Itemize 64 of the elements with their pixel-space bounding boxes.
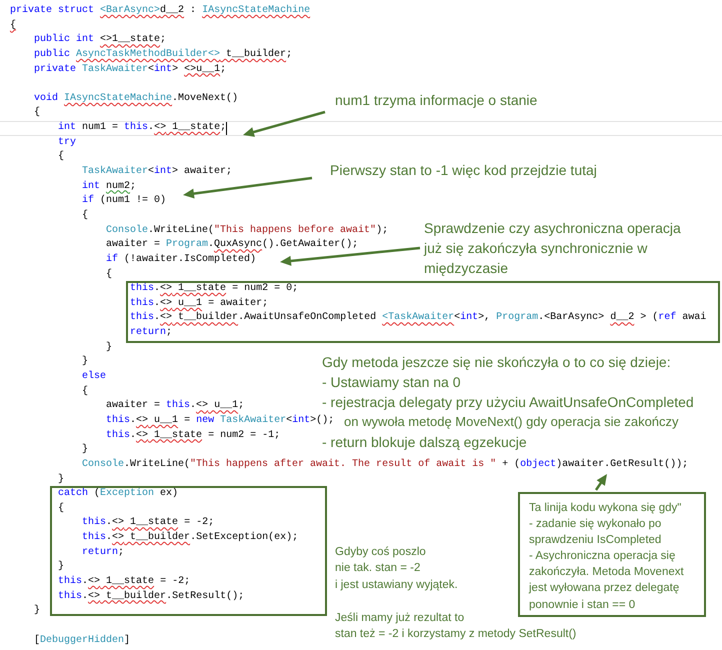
code-line: awaiter = this.<> u__1;	[106, 399, 244, 414]
code-line: Console.WriteLine("This happens after await. The result of await is " + (object)awaiter.GetResult());	[82, 458, 688, 472]
annotation-text: ponownie i stan == 0	[529, 598, 636, 611]
code-line: if (!awaiter.IsCompleted)	[106, 252, 256, 267]
annotation-text: międzyczasie	[424, 260, 508, 276]
annotation-text: on wywoła metodę MoveNext() gdy operacja sie zakończy	[344, 414, 679, 429]
code-line: this.<> u__1 = new TaskAwaiter<int>();	[106, 414, 334, 428]
annotation-text: już się zakończyła synchronicznie w	[424, 240, 648, 256]
code-line: catch (Exception ex)	[58, 487, 178, 502]
code-line: {	[58, 150, 64, 164]
code-line: private struct <BarAsync>d__2 : IAsyncStateMachine	[10, 4, 310, 18]
code-line: this.<> 1__state = -2;	[82, 516, 214, 530]
code-line: this.<> t__builder.AwaitUnsafeOnCompleted <TaskAwaiter<int>, Program.<BarAsync> d__2 > (ref awai	[130, 311, 706, 326]
annotation-text: - Asychroniczna operacja się	[529, 550, 676, 562]
code-line: this.<> 1__state = num2 = 0;	[130, 282, 298, 296]
code-line: try	[58, 136, 76, 150]
code-line: {	[82, 384, 88, 399]
code-line: public AsyncTaskMethodBuilder<> t__builder;	[34, 48, 292, 62]
code-line: {	[106, 268, 112, 282]
annotation-text: - zadanie się wykonało po	[529, 518, 662, 530]
code-line: }	[58, 472, 64, 486]
code-line: this.<> 1__state = -2;	[58, 574, 190, 589]
code-line: }	[34, 604, 40, 618]
annotation-text: i jest ustawiany wyjątek.	[335, 578, 458, 591]
annotation-text: Gdy metoda jeszcze się nie skończyła o to co się dzieje:	[322, 354, 671, 370]
code-line: awaiter = Program.QuxAsync().GetAwaiter();	[106, 238, 358, 252]
code-line: public int <>1__state;	[34, 33, 166, 48]
annotation-text: zakończyła. Metoda Movenext	[529, 566, 684, 578]
annotation-text: - return blokuje dalszą egzekucje	[322, 434, 527, 450]
code-line: private TaskAwaiter<int> <>u__1;	[34, 62, 226, 77]
code-line: }	[82, 443, 88, 458]
annotation-text: Sprawdzenie czy asychroniczna operacja	[424, 220, 681, 236]
code-line: TaskAwaiter<int> awaiter;	[82, 165, 232, 180]
code-line: {	[82, 208, 88, 223]
annotation-text: - rejestracja delegaty przy użyciu AwaitUnsafeOnCompleted	[322, 394, 694, 410]
annotation-text: num1 trzyma informacje o stanie	[335, 92, 538, 108]
code-line: else	[82, 370, 106, 384]
code-line: }	[82, 355, 88, 370]
code-line: this.<> 1__state = num2 = -1;	[106, 428, 280, 443]
code-line: int num2;	[82, 180, 136, 194]
code-line: Console.WriteLine("This happens before await");	[106, 224, 388, 238]
code-line: {	[58, 502, 64, 516]
code-line: }	[106, 340, 112, 355]
code-line: }	[58, 560, 64, 574]
code-line: [DebuggerHidden]	[34, 634, 130, 648]
annotation-text: Ta linija kodu wykona się gdy"	[529, 502, 682, 514]
annotation-text: - Ustawiamy stan na 0	[322, 374, 460, 390]
annotation-text: Gdyby coś poszlo	[335, 546, 426, 558]
code-line: {	[10, 18, 16, 33]
code-line: {	[34, 106, 40, 120]
annotation-text: sprawdzeniu IsCompleted	[529, 534, 662, 546]
annotation-text: Jeśli mamy już rezultat to	[335, 612, 464, 624]
annotation-text: stan też = -2 i korzystamy z metody SetResult()	[335, 628, 576, 640]
code-line: int num1 = this.<> 1__state;	[58, 122, 228, 135]
annotation-text: jest wyłowana przez delegatę	[529, 582, 680, 594]
code-line: return;	[130, 326, 172, 340]
code-line: this.<> t__builder.SetException(ex);	[82, 531, 298, 546]
code-line: if (num1 != 0)	[82, 194, 166, 208]
code-line: this.<> t__builder.SetResult();	[58, 590, 244, 604]
code-line: void IAsyncStateMachine.MoveNext()	[34, 92, 238, 106]
annotation-text: Pierwszy stan to -1 więc kod przejdzie tutaj	[330, 162, 597, 178]
code-line: return;	[82, 546, 124, 560]
annotation-text: nie tak. stan = -2	[335, 562, 420, 574]
code-line: this.<> u__1 = awaiter;	[130, 296, 268, 311]
